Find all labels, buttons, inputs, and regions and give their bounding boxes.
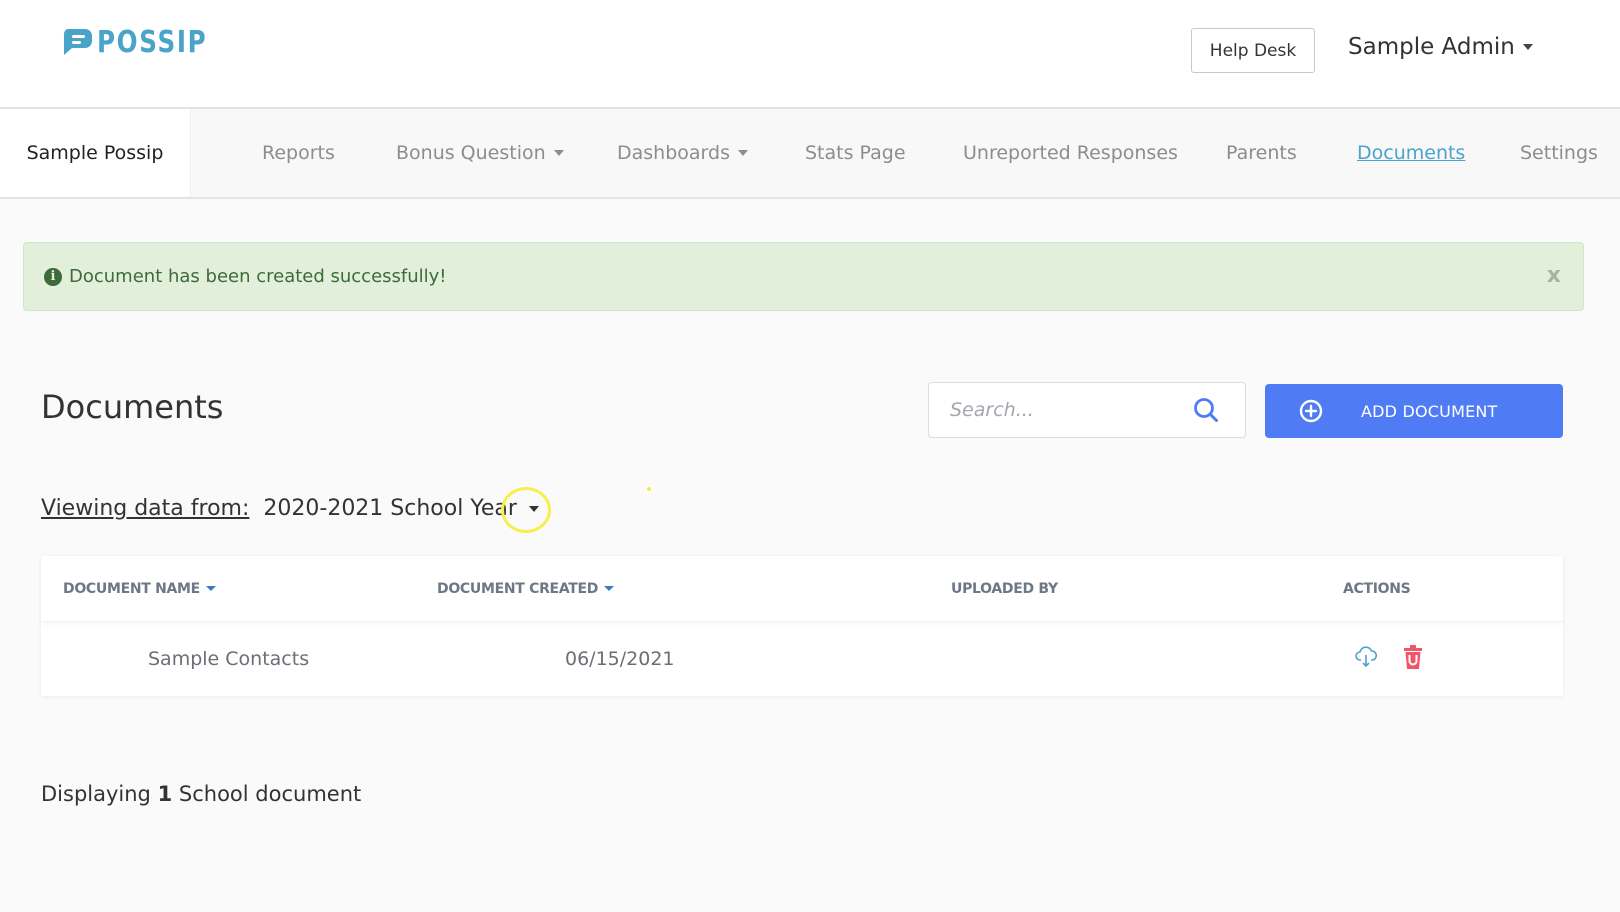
nav-item-settings[interactable]: Settings bbox=[1520, 109, 1598, 197]
count-prefix: Displaying bbox=[41, 782, 151, 806]
user-menu-dropdown[interactable]: Sample Admin bbox=[1348, 30, 1533, 64]
chevron-down-icon[interactable] bbox=[528, 505, 539, 512]
nav-item-label: Settings bbox=[1520, 142, 1598, 164]
nav-item-label: Unreported Responses bbox=[963, 142, 1178, 164]
nav-item-label: Stats Page bbox=[805, 142, 906, 164]
chevron-down-icon bbox=[737, 150, 748, 156]
count-suffix: School document bbox=[178, 782, 362, 806]
nav-item-unreported-responses[interactable]: Unreported Responses bbox=[963, 109, 1178, 197]
nav-item-label: Documents bbox=[1357, 142, 1466, 164]
actions-cell bbox=[1355, 622, 1423, 696]
sort-caret-icon bbox=[604, 586, 615, 591]
nav-item-label: Dashboards bbox=[617, 142, 730, 164]
nav-item-label: Reports bbox=[262, 142, 335, 164]
success-alert: i Document has been created successfully… bbox=[23, 242, 1584, 311]
nav-item-documents[interactable]: Documents bbox=[1357, 109, 1465, 197]
nav-item-bonus-question[interactable]: Bonus Question bbox=[396, 109, 564, 197]
chat-bubble-logo-icon bbox=[63, 29, 92, 55]
documents-table: DOCUMENT NAME DOCUMENT CREATED UPLOADED … bbox=[41, 556, 1563, 696]
search-input[interactable] bbox=[929, 398, 1192, 422]
viewing-label: Viewing data from: bbox=[41, 496, 250, 521]
document-created-cell: 06/15/2021 bbox=[565, 648, 675, 670]
nav-item-label: Bonus Question bbox=[396, 142, 546, 164]
add-document-label: ADD DOCUMENT bbox=[1361, 401, 1498, 421]
document-name-cell[interactable]: Sample Contacts bbox=[148, 622, 309, 696]
column-label: DOCUMENT CREATED bbox=[437, 580, 599, 597]
user-name: Sample Admin bbox=[1348, 34, 1515, 60]
chevron-down-icon bbox=[553, 150, 564, 156]
help-desk-button[interactable]: Help Desk bbox=[1191, 28, 1315, 73]
top-header: POSSIP Help Desk Sample Admin bbox=[0, 0, 1620, 109]
selected-year: 2020-2021 School Year bbox=[263, 496, 517, 521]
trash-icon[interactable] bbox=[1403, 644, 1423, 675]
main-nav: Sample Possip Reports Bonus Question Das… bbox=[0, 109, 1620, 199]
download-cloud-icon[interactable] bbox=[1355, 645, 1378, 674]
search-icon[interactable] bbox=[1193, 397, 1219, 427]
year-filter: Viewing data from: 2020-2021 School Year bbox=[41, 496, 539, 521]
nav-item-parents[interactable]: Parents bbox=[1226, 109, 1297, 197]
info-circle-icon: i bbox=[44, 267, 62, 286]
logo-text: POSSIP bbox=[97, 24, 208, 60]
table-header: DOCUMENT NAME DOCUMENT CREATED UPLOADED … bbox=[41, 556, 1563, 622]
search-box bbox=[928, 382, 1246, 438]
close-icon[interactable]: x bbox=[1547, 263, 1561, 288]
nav-brand[interactable]: Sample Possip bbox=[0, 109, 191, 197]
count-number: 1 bbox=[157, 782, 173, 806]
nav-item-stats-page[interactable]: Stats Page bbox=[805, 109, 906, 197]
plus-circle-icon bbox=[1299, 399, 1323, 427]
sort-caret-icon bbox=[205, 586, 216, 591]
column-label: ACTIONS bbox=[1343, 580, 1411, 597]
table-row: Sample Contacts 06/15/2021 bbox=[41, 622, 1563, 696]
nav-item-label: Parents bbox=[1226, 142, 1297, 164]
column-header-document-name[interactable]: DOCUMENT NAME bbox=[63, 556, 216, 621]
add-document-button[interactable]: ADD DOCUMENT bbox=[1265, 384, 1563, 438]
column-header-document-created[interactable]: DOCUMENT CREATED bbox=[437, 556, 615, 621]
possip-logo[interactable]: POSSIP bbox=[61, 24, 232, 60]
column-header-uploaded-by: UPLOADED BY bbox=[951, 556, 1058, 621]
column-label: UPLOADED BY bbox=[951, 580, 1058, 597]
document-count: Displaying 1 School document bbox=[41, 782, 361, 806]
page-title: Documents bbox=[41, 388, 224, 426]
chevron-down-icon bbox=[1522, 44, 1533, 50]
nav-item-reports[interactable]: Reports bbox=[262, 109, 335, 197]
nav-item-dashboards[interactable]: Dashboards bbox=[617, 109, 748, 197]
alert-message: Document has been created successfully! bbox=[69, 266, 447, 287]
column-header-actions: ACTIONS bbox=[1343, 556, 1411, 621]
school-year-dropdown[interactable]: 2020-2021 School Year bbox=[263, 496, 539, 521]
cursor-dot bbox=[647, 487, 651, 491]
column-label: DOCUMENT NAME bbox=[63, 580, 200, 597]
